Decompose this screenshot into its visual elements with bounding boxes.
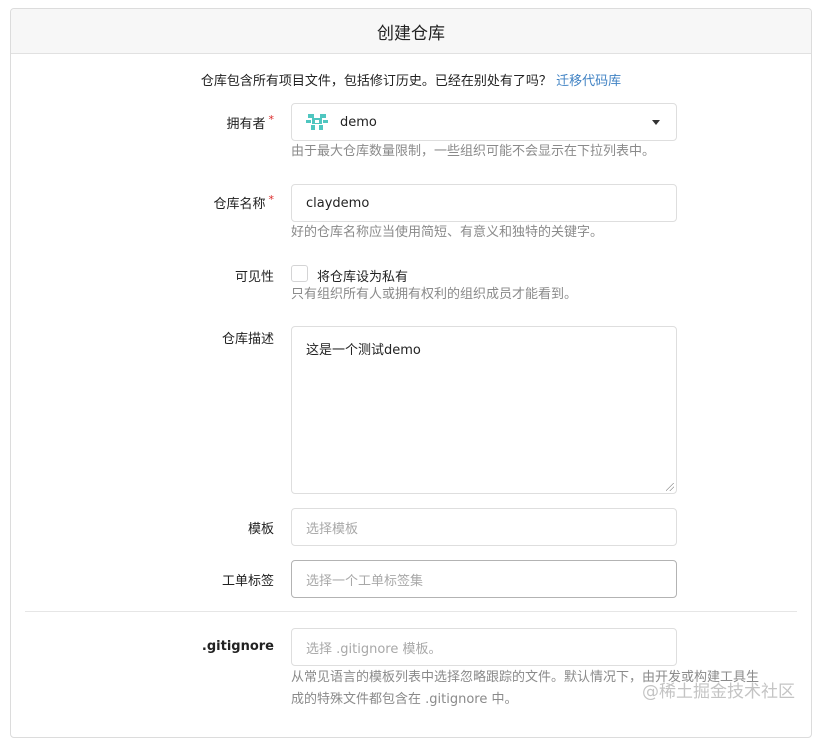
org-avatar-icon [306,114,328,130]
visibility-label: 可见性 [234,270,274,285]
intro-description: 仓库包含所有项目文件，包括修订历史。已经在别处有了吗？ [200,74,552,89]
template-label: 模板 [247,522,274,537]
resize-handle-icon[interactable] [666,483,674,491]
watermark: @稀土掘金技术社区 [642,682,795,702]
panel-header: 创建仓库 [11,9,811,54]
gitignore-help-line2: 成的特殊文件都包含在 .gitignore 中。 [291,692,518,707]
visibility-help: 只有组织所有人或拥有权利的组织成员才能看到。 [291,287,578,302]
intro-text: 仓库包含所有项目文件，包括修订历史。已经在别处有了吗？ 迁移代码库 [11,70,811,89]
private-checkbox[interactable] [291,265,308,282]
description-textarea[interactable]: 这是一个测试demo [291,326,677,494]
repo-name-label: 仓库名称 * [213,193,275,212]
migrate-repo-link[interactable]: 迁移代码库 [556,74,621,89]
required-mark: * [268,193,275,206]
owner-value: demo [340,114,377,130]
description-value: 这是一个测试demo [306,343,421,358]
gitignore-label: .gitignore [201,639,274,654]
owner-help: 由于最大仓库数量限制，一些组织可能不会显示在下拉列表中。 [291,144,656,159]
required-mark: * [268,113,275,126]
template-select[interactable]: 选择模板 [291,508,677,546]
repo-name-input[interactable]: claydemo [291,184,677,222]
create-repo-panel: 创建仓库 仓库包含所有项目文件，包括修订历史。已经在别处有了吗？ 迁移代码库 拥… [10,8,812,738]
description-label: 仓库描述 [221,332,274,347]
issue-labels-label: 工单标签 [221,574,274,589]
owner-dropdown[interactable]: demo [291,103,677,141]
private-checkbox-label[interactable]: 将仓库设为私有 [317,266,408,285]
section-divider [25,611,797,612]
gitignore-select[interactable]: 选择 .gitignore 模板。 [291,628,677,666]
repo-name-help: 好的仓库名称应当使用简短、有意义和独特的关键字。 [291,225,604,240]
owner-label: 拥有者 * [226,113,275,132]
chevron-down-icon [652,119,660,125]
issue-labels-select[interactable]: 选择一个工单标签集 [291,560,677,598]
page-title: 创建仓库 [377,23,445,44]
